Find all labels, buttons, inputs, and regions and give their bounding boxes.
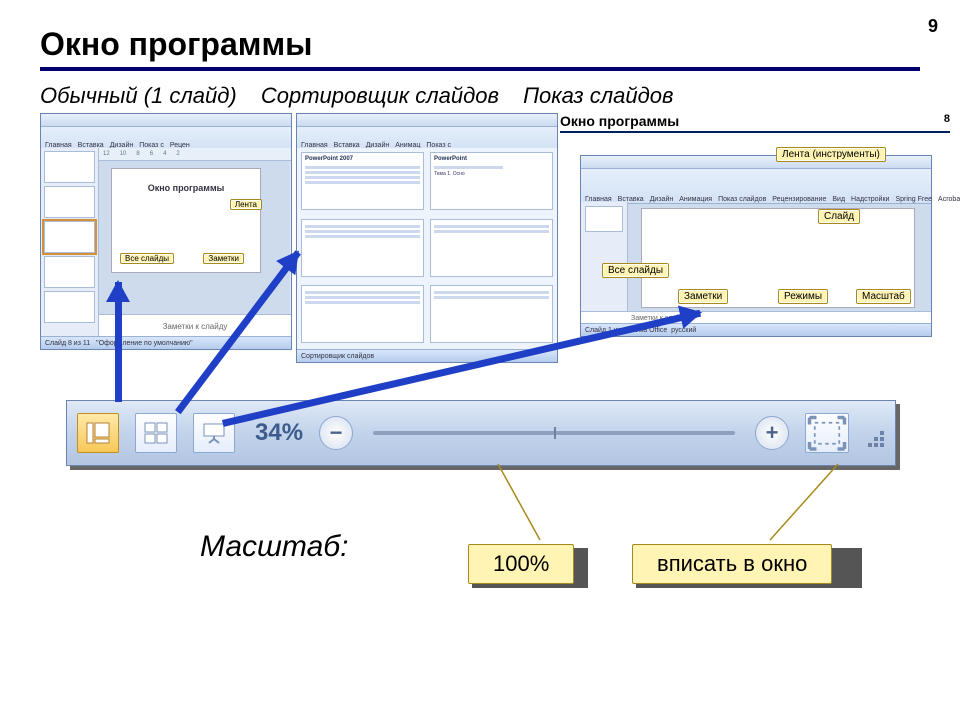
view-sorter-button[interactable]: [135, 413, 177, 453]
callout-ribbon-mini: Лента: [230, 199, 262, 210]
view-modes-row: Обычный (1 слайд) Сортировщик слайдов По…: [40, 83, 920, 109]
callout-zoom: Масштаб: [856, 289, 911, 304]
normal-view-icon: [86, 422, 110, 444]
page-number: 9: [928, 16, 938, 37]
scale-label: Масштаб:: [200, 530, 348, 564]
tag-fit-window: вписать в окно: [632, 544, 832, 584]
minus-icon: −: [330, 420, 343, 446]
mode-sorter-label: Сортировщик слайдов: [261, 83, 499, 108]
zoom-slider[interactable]: [373, 431, 735, 435]
callout-all-slides-mini: Все слайды: [120, 253, 174, 264]
fit-window-icon: [806, 414, 848, 453]
thumbnail-sorter-view: ГлавнаяВставка ДизайнАнимац Показ с Powe…: [296, 113, 558, 363]
callout-notes: Заметки: [678, 289, 728, 304]
win3-title: Окно программы: [560, 113, 679, 129]
fit-to-window-button[interactable]: [805, 413, 849, 453]
sorter-view-icon: [144, 422, 168, 444]
win2-ribbon: ГлавнаяВставка ДизайнАнимац Показ с: [297, 127, 557, 150]
win1-notes: Заметки к слайду: [99, 314, 291, 337]
win3-ribbon: ГлавнаяВставка ДизайнАнимация Показ слай…: [581, 169, 931, 204]
win1-ribbon: Главная Вставка Дизайн Показ с Рецен: [41, 127, 291, 150]
arrow-normal: [115, 282, 122, 402]
plus-icon: +: [766, 420, 779, 446]
resize-grip-icon: [865, 418, 885, 448]
zoom-toolbar: 34% − +: [66, 400, 896, 466]
win1-ruler: 1210 86 42: [99, 148, 291, 161]
thumbnail-slideshow-view: Окно программы 8 ГлавнаяВставка ДизайнАн…: [560, 113, 950, 361]
win1-slide-panel: [41, 148, 99, 337]
win1-statusbar: Слайд 8 из 11 "Оформление по умолчанию": [41, 336, 291, 349]
zoom-out-button[interactable]: −: [319, 416, 353, 450]
mode-slideshow-label: Показ слайдов: [523, 83, 673, 108]
zoom-percent[interactable]: 34%: [255, 419, 303, 447]
callout-slide: Слайд: [818, 209, 860, 224]
callout-all-slides: Все слайды: [602, 263, 669, 278]
zoom-in-button[interactable]: +: [755, 416, 789, 450]
mode-normal-label: Обычный (1 слайд): [40, 83, 237, 108]
callout-modes: Режимы: [778, 289, 828, 304]
page-title: Окно программы: [40, 26, 920, 71]
view-normal-button[interactable]: [77, 413, 119, 453]
callout-ribbon: Лента (инструменты): [776, 147, 886, 162]
tag-100pct: 100%: [468, 544, 574, 584]
callout-notes-mini: Заметки: [203, 253, 244, 264]
win1-main-slide: Окно программы Лента Все слайды Заметки: [111, 168, 261, 273]
win3-number: 8: [944, 113, 950, 129]
